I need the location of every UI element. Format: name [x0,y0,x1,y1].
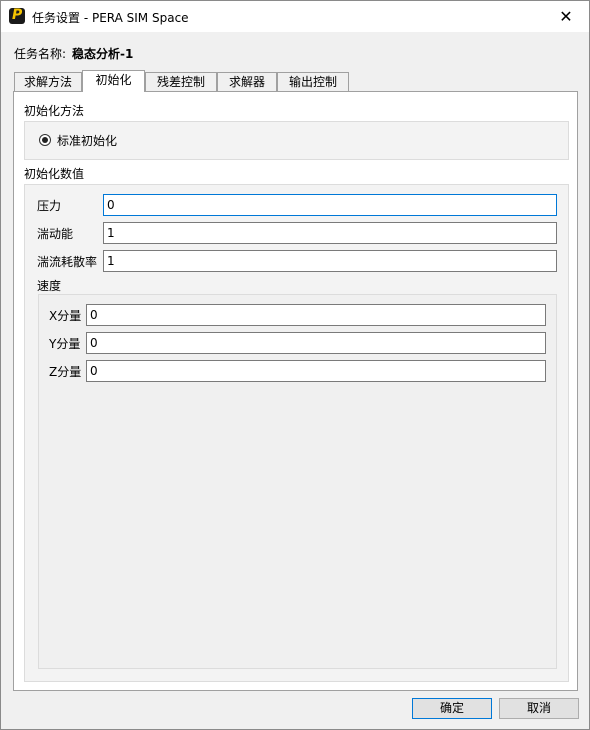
init-values-group: 压力 0 湍动能 1 湍流耗散率 1 速度 X分量 0 Y分量 0 Z分量 0 [24,184,569,682]
tab-solver[interactable]: 求解器 [217,72,277,91]
task-name-label: 任务名称: [14,47,67,61]
window-title: 任务设置 - PERA SIM Space [32,11,189,25]
pressure-input[interactable]: 0 [103,194,557,216]
init-method-heading: 初始化方法 [24,104,85,118]
velocity-z-label: Z分量 [49,365,82,379]
task-settings-dialog: P 任务设置 - PERA SIM Space ✕ 任务名称: 稳态分析-1 求解… [0,0,590,730]
tke-input[interactable]: 1 [103,222,557,244]
pera-logo-icon: P [9,7,25,24]
cancel-button[interactable]: 取消 [499,698,579,719]
initialization-panel: 初始化方法 标准初始化 初始化数值 压力 0 湍动能 1 湍流耗散率 1 速度 … [13,91,578,691]
velocity-x-label: X分量 [49,309,82,323]
tab-solve-method[interactable]: 求解方法 [14,72,82,91]
velocity-heading: 速度 [37,279,62,293]
tab-residual-control[interactable]: 残差控制 [145,72,217,91]
tab-output-control[interactable]: 输出控制 [277,72,349,91]
task-name-value: 稳态分析-1 [72,47,134,61]
velocity-y-label: Y分量 [49,337,81,351]
velocity-group: X分量 0 Y分量 0 Z分量 0 [38,294,557,669]
standard-init-label: 标准初始化 [57,134,118,148]
tke-label: 湍动能 [37,227,74,241]
close-button[interactable]: ✕ [543,1,589,32]
velocity-x-input[interactable]: 0 [86,304,546,326]
init-values-heading: 初始化数值 [24,167,85,181]
task-name-row: 任务名称: 稳态分析-1 [14,45,133,62]
velocity-y-input[interactable]: 0 [86,332,546,354]
ok-button[interactable]: 确定 [412,698,492,719]
close-icon: ✕ [559,7,573,26]
dissipation-label: 湍流耗散率 [37,255,98,269]
pressure-label: 压力 [37,199,62,213]
title-bar: P 任务设置 - PERA SIM Space ✕ [1,1,589,32]
velocity-z-input[interactable]: 0 [86,360,546,382]
standard-init-radio[interactable] [39,134,51,146]
dissipation-input[interactable]: 1 [103,250,557,272]
init-method-group: 标准初始化 [24,121,569,160]
tab-initialization[interactable]: 初始化 [82,70,145,92]
